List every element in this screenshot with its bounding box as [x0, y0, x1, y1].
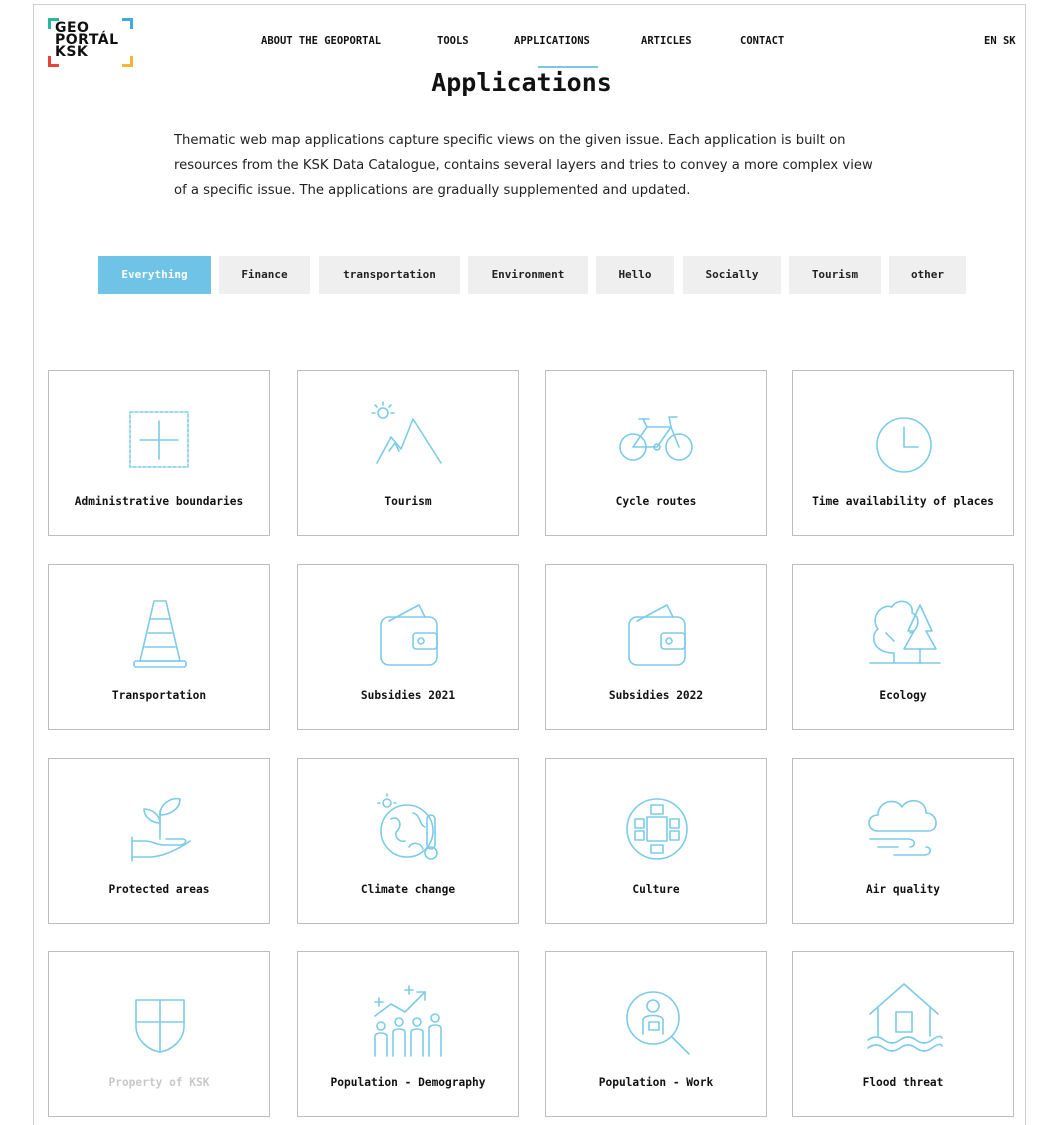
app-card-label: Tourism [384, 495, 432, 508]
app-card-climate-change[interactable]: Climate change [297, 758, 519, 924]
filter-everything[interactable]: Everything [98, 256, 211, 294]
app-card-label: Time availability of places [812, 495, 994, 508]
app-card-subsidies-2022[interactable]: Subsidies 2022 [545, 564, 767, 730]
shield-icon [120, 978, 200, 1058]
intro-line: Thematic web map applications capture sp… [174, 133, 846, 148]
lang-en[interactable]: EN [984, 35, 997, 47]
app-card-administrative-boundaries[interactable]: Administrative boundaries [48, 370, 270, 536]
app-card-label: Subsidies 2021 [360, 689, 456, 702]
app-card-label: Ecology [879, 689, 927, 702]
app-card-label: Air quality [865, 883, 941, 896]
app-card-label: Flood threat [862, 1076, 944, 1089]
house-flood-icon [864, 978, 944, 1058]
app-card-label: Administrative boundaries [74, 495, 244, 508]
culture-circle-icon [617, 785, 697, 865]
app-card-label: Property of KSK [108, 1076, 210, 1089]
app-card-flood-threat[interactable]: Flood threat [792, 951, 1014, 1117]
page-title: Applications [431, 68, 612, 97]
nav-applications[interactable]: APPLICATIONS [514, 35, 590, 47]
wallet-icon [369, 591, 449, 671]
logo-corner [122, 18, 133, 29]
app-card-label: Culture [632, 883, 680, 896]
app-card-label: Transportation [111, 689, 207, 702]
intro-text: Thematic web map applications capture sp… [174, 128, 894, 203]
people-growth-icon [369, 978, 449, 1058]
globe-thermometer-icon [369, 785, 449, 865]
app-card-label: Subsidies 2022 [608, 689, 704, 702]
app-card-label: Population - Demography [330, 1076, 486, 1089]
traffic-cone-icon [120, 591, 200, 671]
hand-plant-icon [120, 785, 200, 865]
app-card-label: Climate change [360, 883, 456, 896]
app-card-protected-areas[interactable]: Protected areas [48, 758, 270, 924]
intro-line: resources from the KSK Data Catalogue, c… [174, 158, 873, 173]
nav-about[interactable]: ABOUT THE GEOPORTAL [261, 35, 381, 47]
clock-icon [864, 397, 944, 477]
nav-articles[interactable]: ARTICLES [641, 35, 692, 47]
app-card-air-quality[interactable]: Air quality [792, 758, 1014, 924]
filter-hello[interactable]: Hello [596, 256, 674, 294]
filter-transportation[interactable]: transportation [319, 256, 460, 294]
language-switch: EN SK [984, 35, 1016, 47]
logo-corner [122, 56, 133, 67]
geoportal-logo[interactable]: GEO PORTÁL KSK [48, 18, 138, 68]
magnifier-person-icon [617, 978, 697, 1058]
app-card-label: Population - Work [598, 1076, 714, 1089]
cloud-wind-icon [864, 785, 944, 865]
app-card-time-availability[interactable]: Time availability of places [792, 370, 1014, 536]
app-card-label: Cycle routes [615, 495, 697, 508]
app-card-property-of-ksk[interactable]: Property of KSK [48, 951, 270, 1117]
bicycle-icon [617, 397, 697, 477]
filter-tourism[interactable]: Tourism [789, 256, 881, 294]
intro-line: of a specific issue. The applications ar… [174, 183, 691, 198]
app-card-culture[interactable]: Culture [545, 758, 767, 924]
logo-text: GEO PORTÁL KSK [55, 20, 119, 60]
filter-other[interactable]: other [889, 256, 966, 294]
app-card-population-demography[interactable]: Population - Demography [297, 951, 519, 1117]
filter-finance[interactable]: Finance [219, 256, 310, 294]
trees-icon [864, 591, 944, 671]
app-card-ecology[interactable]: Ecology [792, 564, 1014, 730]
crosshair-box-icon [120, 397, 200, 477]
nav-contact[interactable]: CONTACT [740, 35, 784, 47]
nav-tools[interactable]: TOOLS [437, 35, 469, 47]
app-card-label: Protected areas [108, 883, 210, 896]
app-card-population-work[interactable]: Population - Work [545, 951, 767, 1117]
app-card-subsidies-2021[interactable]: Subsidies 2021 [297, 564, 519, 730]
app-card-tourism[interactable]: Tourism [297, 370, 519, 536]
filter-socially[interactable]: Socially [683, 256, 781, 294]
lang-sk[interactable]: SK [1003, 35, 1016, 47]
app-card-cycle-routes[interactable]: Cycle routes [545, 370, 767, 536]
wallet-icon [617, 591, 697, 671]
filter-environment[interactable]: Environment [468, 256, 588, 294]
mountain-sun-icon [369, 397, 449, 477]
app-card-transportation[interactable]: Transportation [48, 564, 270, 730]
